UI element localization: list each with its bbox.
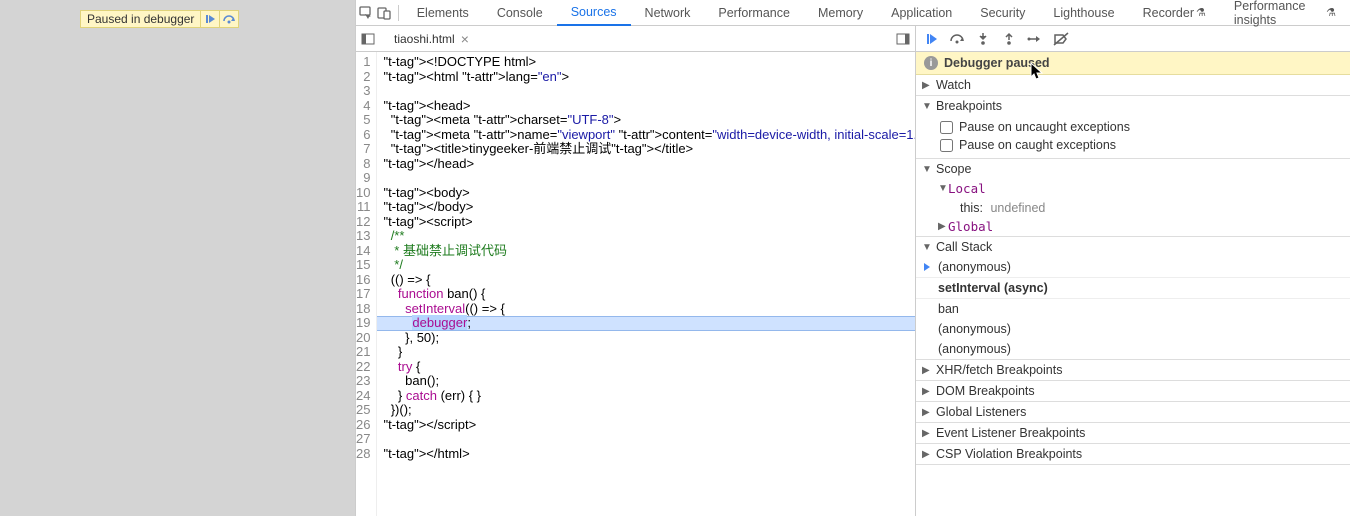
editor-more-icon[interactable]: [891, 32, 915, 46]
resume-icon[interactable]: [201, 13, 219, 25]
callstack-async: setInterval (async): [916, 277, 1350, 299]
tab-security[interactable]: Security: [966, 0, 1039, 26]
tab-elements[interactable]: Elements: [403, 0, 483, 26]
global-listeners-section[interactable]: ▶Global Listeners: [916, 402, 1350, 423]
tab-lighthouse[interactable]: Lighthouse: [1039, 0, 1128, 26]
tab-sources[interactable]: Sources: [557, 0, 631, 26]
info-icon: i: [924, 56, 938, 70]
chevron-right-icon: ▶: [922, 407, 932, 418]
callstack-frame[interactable]: (anonymous): [916, 257, 1350, 277]
paused-overlay-text: Paused in debugger: [81, 12, 200, 26]
pause-uncaught-checkbox[interactable]: Pause on uncaught exceptions: [938, 118, 1344, 136]
line-gutter: 1234567891011121314151617181920212223242…: [356, 52, 377, 516]
tab-performance[interactable]: Performance: [704, 0, 804, 26]
pause-caught-checkbox[interactable]: Pause on caught exceptions: [938, 136, 1344, 154]
chevron-right-icon: ▶: [922, 386, 932, 397]
scope-this[interactable]: this: undefined: [916, 198, 1350, 217]
file-tabbar: tiaoshi.html ×: [356, 26, 915, 52]
step-over-button[interactable]: [946, 28, 968, 50]
tab-application[interactable]: Application: [877, 0, 966, 26]
navigator-toggle-icon[interactable]: [356, 32, 380, 46]
breakpoints-section: ▼Breakpoints Pause on uncaught exception…: [916, 96, 1350, 159]
tab-console[interactable]: Console: [483, 0, 557, 26]
file-tab[interactable]: tiaoshi.html ×: [380, 26, 479, 52]
chevron-right-icon: ▶: [922, 428, 932, 439]
tab-memory[interactable]: Memory: [804, 0, 877, 26]
callstack-section: ▼Call Stack (anonymous) setInterval (asy…: [916, 237, 1350, 360]
devtools-tabbar: Elements Console Sources Network Perform…: [356, 0, 1350, 26]
tab-network[interactable]: Network: [631, 0, 705, 26]
sources-editor: tiaoshi.html × 1234567891011121314151617…: [356, 26, 916, 516]
watch-section[interactable]: ▶Watch: [916, 75, 1350, 96]
resume-button[interactable]: [920, 28, 942, 50]
devtools-panel: Elements Console Sources Network Perform…: [355, 0, 1350, 516]
chevron-right-icon: ▶: [922, 449, 932, 460]
code-area[interactable]: 1234567891011121314151617181920212223242…: [356, 52, 915, 516]
tab-recorder[interactable]: Recorder⚗: [1129, 0, 1220, 26]
debugger-status: i Debugger paused: [916, 52, 1350, 75]
step-button[interactable]: [1024, 28, 1046, 50]
close-file-icon[interactable]: ×: [461, 31, 469, 47]
xhr-breakpoints-section[interactable]: ▶XHR/fetch Breakpoints: [916, 360, 1350, 381]
debugger-toolbar: [916, 26, 1350, 52]
debugger-pane: i Debugger paused ▶Watch ▼Breakpoints Pa…: [916, 26, 1350, 516]
scope-global[interactable]: ▶Global: [916, 217, 1350, 236]
scope-section: ▼Scope ▼Local this: undefined ▶Global: [916, 159, 1350, 237]
scope-local[interactable]: ▼Local: [916, 179, 1350, 198]
chevron-down-icon: ▼: [922, 101, 932, 112]
chevron-right-icon: ▶: [938, 221, 948, 232]
callstack-frame[interactable]: (anonymous): [916, 319, 1350, 339]
step-out-button[interactable]: [998, 28, 1020, 50]
chevron-down-icon: ▼: [922, 242, 932, 253]
device-toggle-icon[interactable]: [375, 0, 394, 26]
step-over-icon[interactable]: [220, 13, 238, 25]
chevron-right-icon: ▶: [922, 365, 932, 376]
inspect-icon[interactable]: [356, 0, 375, 26]
callstack-frame[interactable]: (anonymous): [916, 339, 1350, 359]
csp-breakpoints-section[interactable]: ▶CSP Violation Breakpoints: [916, 444, 1350, 465]
chevron-right-icon: ▶: [922, 80, 932, 91]
step-into-button[interactable]: [972, 28, 994, 50]
code-lines: "t-tag"><!DOCTYPE html>"t-tag"><html "t-…: [377, 52, 915, 516]
chevron-down-icon: ▼: [938, 183, 948, 194]
dom-breakpoints-section[interactable]: ▶DOM Breakpoints: [916, 381, 1350, 402]
chevron-down-icon: ▼: [922, 164, 932, 175]
paused-overlay: Paused in debugger: [80, 10, 239, 28]
file-tab-name: tiaoshi.html: [394, 32, 455, 46]
tab-performance-insights[interactable]: Performance insights⚗: [1220, 0, 1350, 26]
callstack-frame[interactable]: ban: [916, 299, 1350, 319]
deactivate-breakpoints-button[interactable]: [1050, 28, 1072, 50]
event-listener-breakpoints-section[interactable]: ▶Event Listener Breakpoints: [916, 423, 1350, 444]
